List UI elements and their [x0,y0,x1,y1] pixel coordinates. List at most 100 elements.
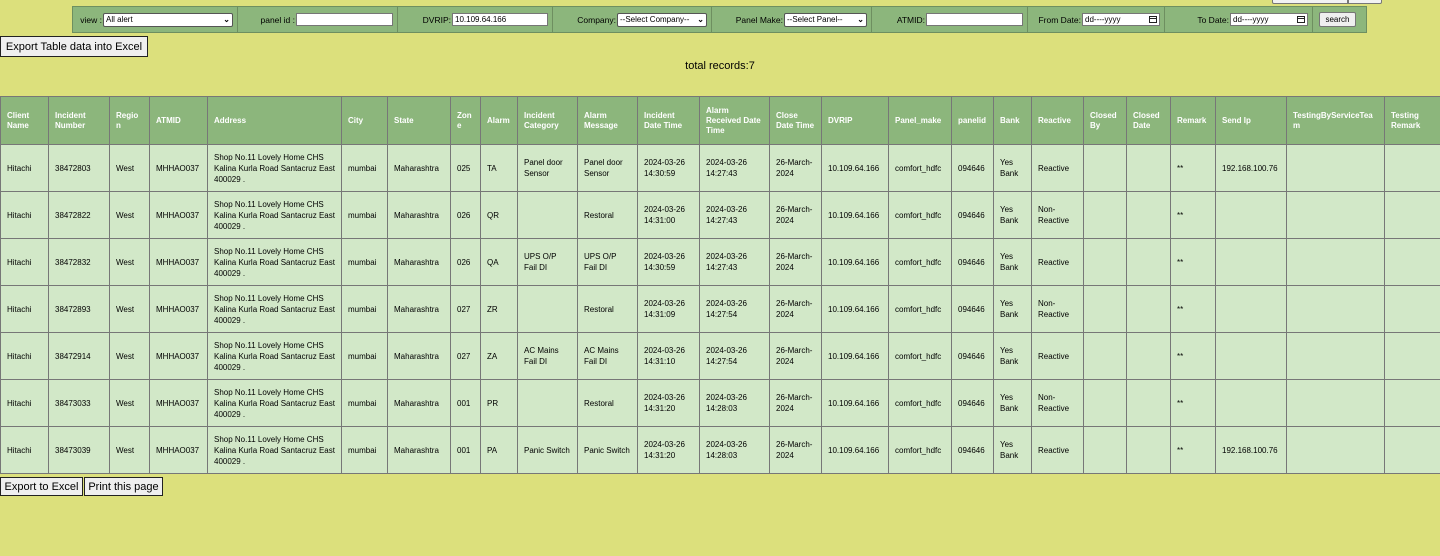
table-cell: West [109,144,150,192]
search-button[interactable]: search [1319,12,1356,27]
table-cell: 38472914 [48,332,110,380]
table-cell: 094646 [951,191,994,239]
company-label: Company: [577,14,616,25]
table-cell: 2024-03-26 14:27:43 [699,238,770,286]
export-excel-button[interactable]: Export to Excel [0,477,83,496]
table-cell: PA [480,426,518,474]
calendar-icon[interactable] [1297,16,1305,23]
table-cell: Hitachi [0,238,49,286]
panel-make-select[interactable]: --Select Panel-- ⌄ [784,12,867,27]
table-header-row: Client Name Incident Number Region ATMID Add… [0,96,1440,145]
table-cell: Maharashtra [387,285,451,333]
table-cell: comfort_hdfc [888,144,952,192]
filter-bar: view : All alert ⌄ panel id : DVRIP: Com… [72,6,1367,33]
table-cell: MHHAO037 [149,191,208,239]
table-cell: 10.109.64.166 [821,426,889,474]
table-cell: 38472803 [48,144,110,192]
table-cell: 26-March-2024 [769,379,822,427]
table-row: Hitachi 38472822 West MHHAO037 Shop No.11 Lo… [0,191,1440,239]
table-cell: Shop No.11 Lovely Home CHS Kalina Kurla … [207,238,342,286]
view-select-value: All alert [106,15,133,24]
column-header: panelid [951,96,994,145]
dvrip-input[interactable] [452,13,548,26]
table-cell: 2024-03-26 14:28:03 [699,379,770,427]
table-cell: TA [480,144,518,192]
table-cell: Shop No.11 Lovely Home CHS Kalina Kurla … [207,285,342,333]
filter-from-date: From Date: dd----yyyy [1028,7,1165,32]
table-cell: 38472893 [48,285,110,333]
export-table-button[interactable]: Export Table data into Excel [0,36,148,57]
column-header: Closed By [1083,96,1127,145]
table-cell: Hitachi [0,144,49,192]
table-cell: Reactive [1031,332,1084,380]
table-cell [1384,191,1440,239]
column-header: State [387,96,451,145]
filter-dvrip: DVRIP: [398,7,553,32]
table-cell: 094646 [951,144,994,192]
table-cell: 2024-03-26 14:27:54 [699,285,770,333]
top-buttons-stub [1272,0,1382,4]
from-date-input[interactable]: dd----yyyy [1082,13,1160,26]
table-cell: Restoral [577,379,638,427]
table-cell: 38472822 [48,191,110,239]
table-cell: Yes Bank [993,285,1032,333]
table-cell: 26-March-2024 [769,426,822,474]
table-cell: Hitachi [0,426,49,474]
table-cell: 027 [450,332,481,380]
table-cell: Yes Bank [993,379,1032,427]
table-cell: Maharashtra [387,379,451,427]
table-cell [1384,379,1440,427]
table-cell [1215,332,1287,380]
table-cell: Yes Bank [993,191,1032,239]
table-cell: 001 [450,379,481,427]
table-cell [1126,379,1171,427]
print-page-button[interactable]: Print this page [84,477,163,496]
table-cell: 192.168.100.76 [1215,144,1287,192]
table-cell: West [109,238,150,286]
table-cell: 26-March-2024 [769,332,822,380]
column-header: Region [109,96,150,145]
chevron-down-icon: ⌄ [857,15,864,24]
column-header: Bank [993,96,1032,145]
table-cell: Panic Switch [517,426,578,474]
table-cell: comfort_hdfc [888,332,952,380]
table-cell: West [109,285,150,333]
company-select[interactable]: --Select Company-- ⌄ [617,12,707,27]
table-cell: Shop No.11 Lovely Home CHS Kalina Kurla … [207,379,342,427]
table-cell: QR [480,191,518,239]
dvrip-label: DVRIP: [422,14,451,25]
table-cell: AC Mains Fail DI [517,332,578,380]
table-cell [1083,238,1127,286]
table-cell [1126,285,1171,333]
table-cell [1384,144,1440,192]
filter-panel-id: panel id : [238,7,398,32]
column-header: Client Name [0,96,49,145]
column-header: City [341,96,388,145]
table-cell: Hitachi [0,379,49,427]
table-cell: 2024-03-26 14:31:10 [637,332,700,380]
table-cell: ** [1170,191,1216,239]
table-cell [1083,144,1127,192]
table-cell: 001 [450,426,481,474]
table-cell: ** [1170,379,1216,427]
table-cell [1126,144,1171,192]
table-row: Hitachi 38473039 West MHHAO037 Shop No.11 Lo… [0,426,1440,474]
view-select[interactable]: All alert ⌄ [103,12,233,27]
calendar-icon[interactable] [1149,16,1157,23]
table-cell: 38472832 [48,238,110,286]
table-cell: 26-March-2024 [769,144,822,192]
table-cell: MHHAO037 [149,379,208,427]
table-cell [517,285,578,333]
atmid-input[interactable] [926,13,1023,26]
table-cell: Reactive [1031,238,1084,286]
to-date-input[interactable]: dd----yyyy [1230,13,1308,26]
table-cell [1083,379,1127,427]
table-cell: Shop No.11 Lovely Home CHS Kalina Kurla … [207,332,342,380]
table-cell: Restoral [577,191,638,239]
table-cell: Yes Bank [993,332,1032,380]
panel-id-input[interactable] [296,13,393,26]
table-cell: ZA [480,332,518,380]
table-cell: ** [1170,426,1216,474]
table-cell: MHHAO037 [149,238,208,286]
table-cell: 38473039 [48,426,110,474]
